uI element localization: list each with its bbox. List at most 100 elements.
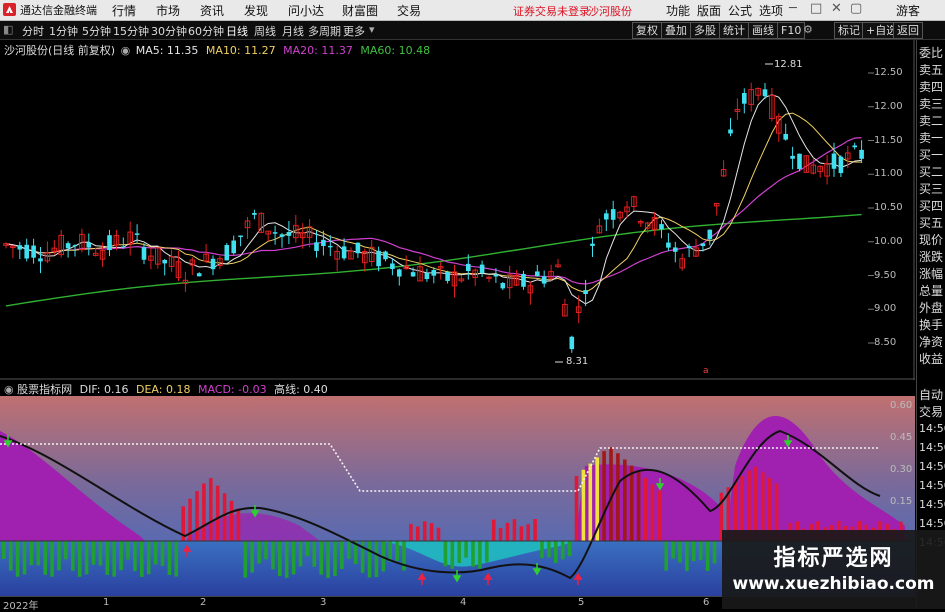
menu-wealth[interactable]: 财富圈 bbox=[342, 2, 378, 19]
period-multi[interactable]: 多周期 bbox=[308, 23, 341, 39]
settings-icon[interactable]: ◉ bbox=[121, 44, 131, 57]
macd-bar bbox=[450, 541, 455, 569]
adjust-button[interactable]: 复权 bbox=[632, 22, 662, 39]
macd-bar bbox=[312, 541, 317, 567]
ma60-label: MA60: 10.48 bbox=[360, 44, 431, 57]
candle-down bbox=[210, 258, 216, 270]
candle-down bbox=[272, 232, 278, 234]
macd-bar bbox=[374, 541, 379, 578]
macd-bar bbox=[50, 541, 54, 577]
candle-down bbox=[728, 129, 733, 134]
collapse-icon[interactable]: ◧ bbox=[3, 23, 13, 36]
candle-down bbox=[31, 245, 36, 258]
quote-label-18: 收益 bbox=[919, 352, 944, 366]
period-30min[interactable]: 30分钟 bbox=[151, 23, 187, 39]
ma60-line bbox=[5, 213, 862, 307]
candle-down bbox=[390, 263, 395, 270]
macd-bar bbox=[650, 484, 655, 541]
macd-bar bbox=[692, 541, 696, 562]
period-daily[interactable]: 日线 bbox=[226, 23, 248, 39]
macd-bar bbox=[91, 541, 96, 565]
ma20-label: MA20: 11.37 bbox=[283, 44, 353, 57]
period-weekly[interactable]: 周线 bbox=[254, 23, 276, 39]
macd-bar bbox=[416, 526, 420, 541]
menu-options[interactable]: 选项 bbox=[759, 2, 783, 19]
macd-bar bbox=[629, 465, 634, 541]
macd-bar bbox=[29, 541, 34, 566]
statistics-button[interactable]: 统计 bbox=[719, 22, 749, 39]
candle-down bbox=[686, 246, 692, 249]
menu-trade[interactable]: 交易 bbox=[397, 2, 421, 19]
period-15min[interactable]: 15分钟 bbox=[113, 23, 149, 39]
current-stock: 沙河股份 bbox=[588, 5, 632, 18]
menu-ask[interactable]: 问小达 bbox=[288, 2, 324, 19]
candle-down bbox=[859, 149, 864, 159]
candle-down bbox=[852, 145, 857, 148]
tick-time: 14:50 bbox=[919, 517, 945, 530]
candle-down bbox=[479, 264, 485, 273]
period-monthly[interactable]: 月线 bbox=[282, 23, 304, 39]
minimize-icon[interactable]: ─ bbox=[789, 1, 797, 16]
macd-bar bbox=[236, 508, 241, 541]
overlay-button[interactable]: 叠加 bbox=[661, 22, 691, 39]
menu-function[interactable]: 功能 bbox=[666, 2, 690, 19]
price-tick-label: 9.50 bbox=[874, 269, 897, 281]
mark-button[interactable]: 标记 bbox=[834, 22, 864, 39]
period-more[interactable]: 更多 bbox=[343, 23, 365, 39]
period-timeshare[interactable]: 分时 bbox=[22, 23, 44, 39]
indicator-settings-icon[interactable]: ◉ bbox=[4, 383, 14, 396]
draw-line-button[interactable]: 画线 bbox=[748, 22, 778, 39]
price-chart[interactable] bbox=[0, 40, 915, 380]
period-5min[interactable]: 5分钟 bbox=[82, 23, 111, 39]
menu-formula[interactable]: 公式 bbox=[728, 2, 752, 19]
login-notice[interactable]: 证券交易未登录 bbox=[513, 3, 590, 19]
gear-icon[interactable]: ⚙ bbox=[800, 22, 816, 37]
watermark-title: 指标严选网 bbox=[773, 546, 894, 571]
macd-bar bbox=[326, 541, 330, 578]
quote-label-5: 卖一 bbox=[919, 131, 944, 145]
menu-discover[interactable]: 发现 bbox=[244, 2, 268, 19]
macd-bar bbox=[698, 541, 703, 561]
quote-label-2: 卖四 bbox=[919, 80, 944, 94]
user-guest[interactable]: 游客 bbox=[896, 2, 920, 19]
macd-bar bbox=[588, 463, 593, 541]
candle-down bbox=[86, 242, 92, 248]
candle-down bbox=[659, 224, 664, 230]
candle-down bbox=[231, 240, 236, 254]
macd-bar bbox=[526, 524, 530, 541]
maximize-icon[interactable]: □ bbox=[810, 1, 822, 16]
price-tick-label: 9.00 bbox=[874, 303, 897, 315]
trade-label-1[interactable]: 交易 bbox=[919, 403, 943, 420]
macd-bar bbox=[581, 469, 586, 541]
menu-layout[interactable]: 版面 bbox=[697, 2, 721, 19]
more-dropdown-icon[interactable]: ▾ bbox=[369, 23, 375, 36]
menu-news[interactable]: 资讯 bbox=[200, 2, 224, 19]
restore-icon[interactable]: ▢ bbox=[850, 1, 862, 16]
close-icon[interactable]: ✕ bbox=[831, 1, 842, 16]
candle-down bbox=[569, 336, 575, 350]
candle-down bbox=[604, 213, 609, 220]
price-tick-label: 10.00 bbox=[874, 235, 903, 247]
high-line-value: 高线: 0.40 bbox=[274, 383, 328, 396]
indicator-tick-label: 0.45 bbox=[890, 431, 913, 443]
quote-label-16: 换手 bbox=[919, 318, 944, 332]
menu-quotes[interactable]: 行情 bbox=[112, 2, 136, 19]
trade-label-0[interactable]: 自动 bbox=[919, 386, 943, 403]
period-1min[interactable]: 1分钟 bbox=[49, 23, 78, 39]
macd-bar bbox=[43, 541, 47, 575]
quote-label-12: 涨跌 bbox=[919, 250, 944, 264]
ma60-path bbox=[5, 213, 862, 307]
candle-down bbox=[500, 283, 506, 289]
macd-bar bbox=[202, 483, 206, 541]
dea-value: DEA: 0.18 bbox=[136, 383, 191, 396]
event-marker[interactable]: a bbox=[703, 366, 709, 376]
period-60min[interactable]: 60分钟 bbox=[188, 23, 224, 39]
menu-market[interactable]: 市场 bbox=[156, 2, 180, 19]
macd-bar bbox=[623, 459, 627, 541]
macd-bar bbox=[215, 485, 220, 541]
multi-stock-button[interactable]: 多股 bbox=[690, 22, 720, 39]
date-label-5: 5 bbox=[578, 597, 585, 608]
back-button[interactable]: 返回 bbox=[893, 22, 923, 39]
macd-bar bbox=[512, 519, 517, 541]
candle-down bbox=[762, 89, 768, 97]
